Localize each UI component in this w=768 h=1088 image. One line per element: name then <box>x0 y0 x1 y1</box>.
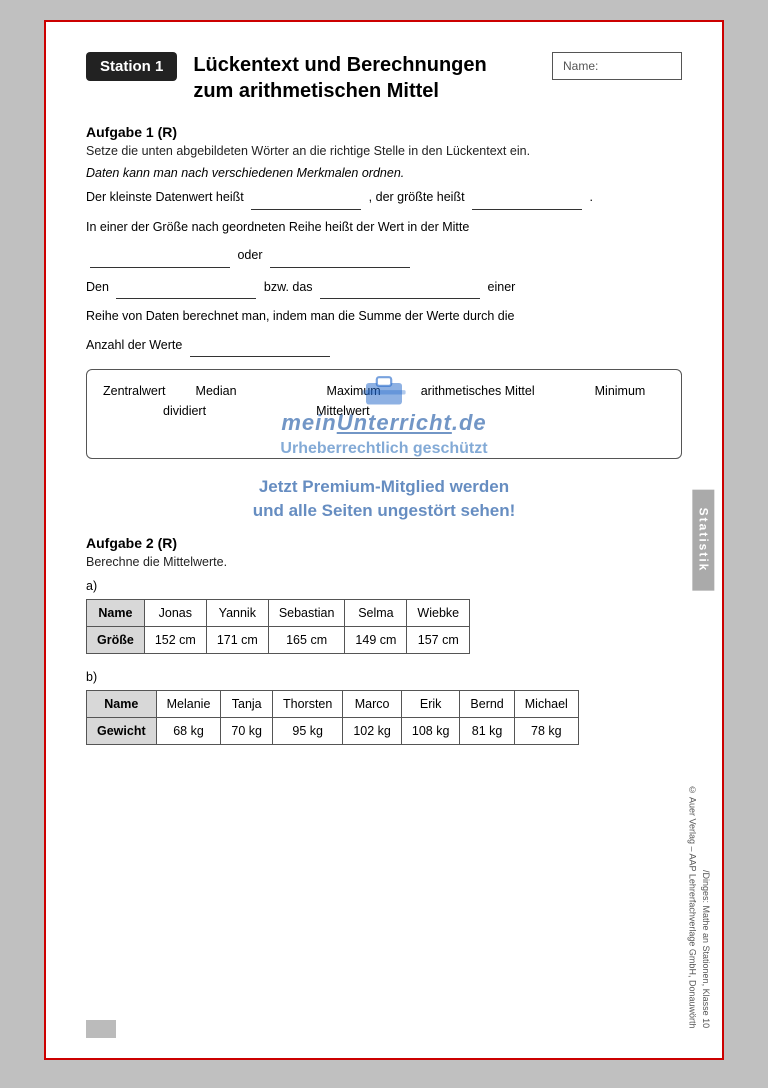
aufgabe1-title: Aufgabe 1 (R) <box>86 124 682 140</box>
table-b: Name Melanie Tanja Thorsten Marco Erik B… <box>86 690 579 745</box>
blank-maximum <box>472 186 582 210</box>
blank-dividiert <box>190 334 330 358</box>
footer-text: /Dinges: Mathe an Stationen, Klasse 10 ©… <box>685 785 712 1028</box>
table-b-val-michael: 78 kg <box>514 717 578 744</box>
table-b-label: b) <box>86 670 682 684</box>
table-a-col-yannik: Yannik <box>206 599 268 626</box>
table-b-val-thorsten: 95 kg <box>273 717 343 744</box>
table-b-col-bernd: Bernd <box>460 690 514 717</box>
table-b-col-melanie: Melanie <box>156 690 221 717</box>
word-mittelwert: Mittelwert <box>316 404 369 418</box>
table-a-val-selma: 149 cm <box>345 626 407 653</box>
aufgabe2-title: Aufgabe 2 (R) <box>86 535 682 551</box>
word-box: Zentralwert Median Maximum arithmetische… <box>86 369 682 459</box>
table-b-col-erik: Erik <box>401 690 460 717</box>
word-arithmetisches-mittel: arithmetisches Mittel <box>421 384 535 398</box>
watermark-premium-text: Jetzt Premium-Mitglied werdenund alle Se… <box>86 475 682 523</box>
aufgabe1-line5: Den bzw. das einer <box>86 276 682 300</box>
title-block: Lückentext und Berechnungen zum arithmet… <box>193 52 536 104</box>
table-b-data-row: Gewicht 68 kg 70 kg 95 kg 102 kg 108 kg … <box>87 717 579 744</box>
table-a-col-wiebke: Wiebke <box>407 599 470 626</box>
blank-median1 <box>90 244 230 268</box>
table-a-col-name: Name <box>87 599 145 626</box>
table-b-col-thorsten: Thorsten <box>273 690 343 717</box>
aufgabe1-line7: Anzahl der Werte <box>86 334 682 358</box>
watermark-text1: Urheberrechtlich geschützt <box>280 440 487 458</box>
table-a-col-sebastian: Sebastian <box>268 599 345 626</box>
table-b-val-erik: 108 kg <box>401 717 460 744</box>
table-b-header-row: Name Melanie Tanja Thorsten Marco Erik B… <box>87 690 579 717</box>
word-median: Median <box>196 384 237 398</box>
aufgabe1-line6: Reihe von Daten berechnet man, indem man… <box>86 305 682 328</box>
table-a-col-jonas: Jonas <box>144 599 206 626</box>
station-badge: Station 1 <box>86 52 177 81</box>
header: Station 1 Lückentext und Berechnungen zu… <box>86 52 682 104</box>
table-b-val-bernd: 81 kg <box>460 717 514 744</box>
small-square-decoration <box>86 1020 116 1038</box>
aufgabe1-section: Aufgabe 1 (R) Setze die unten abgebildet… <box>86 124 682 523</box>
table-b-row-gewicht: Gewicht <box>87 717 157 744</box>
word-dividiert: dividiert <box>163 404 206 418</box>
aufgabe2-section: Aufgabe 2 (R) Berechne die Mittelwerte. … <box>86 535 682 745</box>
table-a-header-row: Name Jonas Yannik Sebastian Selma Wiebke <box>87 599 470 626</box>
table-a-val-sebastian: 165 cm <box>268 626 345 653</box>
blank-zentralwert <box>270 244 410 268</box>
aufgabe1-line3: In einer der Größe nach geordneten Reihe… <box>86 216 682 239</box>
word-minimum: Minimum <box>595 384 646 398</box>
table-a: Name Jonas Yannik Sebastian Selma Wiebke… <box>86 599 470 654</box>
aufgabe1-line4: oder <box>86 244 682 268</box>
worksheet-page: Station 1 Lückentext und Berechnungen zu… <box>44 20 724 1060</box>
sidebar-label: Statistik <box>693 490 715 591</box>
table-b-val-tanja: 70 kg <box>221 717 273 744</box>
table-b-col-michael: Michael <box>514 690 578 717</box>
table-a-val-yannik: 171 cm <box>206 626 268 653</box>
table-b-col-tanja: Tanja <box>221 690 273 717</box>
aufgabe2-instruction: Berechne die Mittelwerte. <box>86 555 682 569</box>
table-b-col-name: Name <box>87 690 157 717</box>
table-a-row-grosse: Größe <box>87 626 145 653</box>
blank-mittelwert <box>116 276 256 300</box>
aufgabe1-line2: Der kleinste Datenwert heißt , der größt… <box>86 186 682 210</box>
aufgabe1-line1: Daten kann man nach verschiedenen Merkma… <box>86 166 682 180</box>
table-a-val-jonas: 152 cm <box>144 626 206 653</box>
table-b-col-marco: Marco <box>343 690 402 717</box>
table-a-data-row: Größe 152 cm 171 cm 165 cm 149 cm 157 cm <box>87 626 470 653</box>
blank-arithmetisches-mittel <box>320 276 480 300</box>
table-a-col-selma: Selma <box>345 599 407 626</box>
table-b-val-marco: 102 kg <box>343 717 402 744</box>
aufgabe1-instruction: Setze die unten abgebildeten Wörter an d… <box>86 144 682 158</box>
word-maximum: Maximum <box>327 384 381 398</box>
table-b-val-melanie: 68 kg <box>156 717 221 744</box>
table-a-label: a) <box>86 579 682 593</box>
header-right: Name: <box>552 52 682 80</box>
main-title: Lückentext und Berechnungen zum arithmet… <box>193 52 536 104</box>
word-zentralwert: Zentralwert <box>103 384 166 398</box>
table-a-val-wiebke: 157 cm <box>407 626 470 653</box>
blank-minimum <box>251 186 361 210</box>
name-box: Name: <box>552 52 682 80</box>
word-grid: Zentralwert Median Maximum arithmetische… <box>103 384 665 418</box>
